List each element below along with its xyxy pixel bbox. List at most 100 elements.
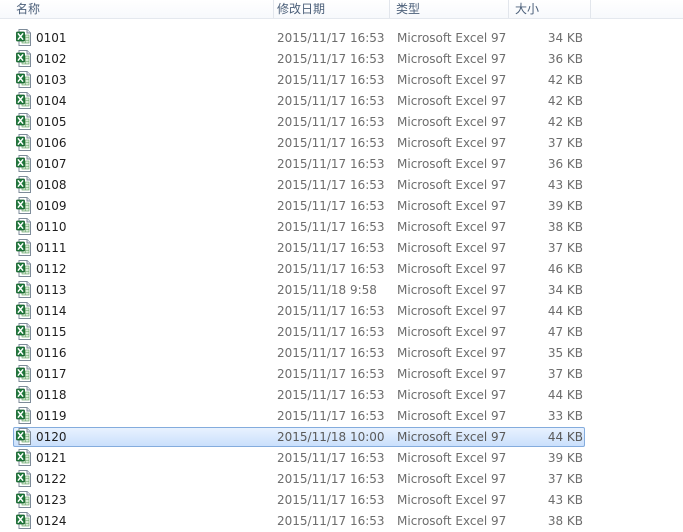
file-name: 0115: [36, 325, 67, 339]
excel-file-icon: [16, 134, 31, 151]
file-row[interactable]: 0102 2015/11/17 16:53 Microsoft Excel 97…: [0, 49, 683, 70]
excel-file-icon: [16, 512, 31, 529]
file-row[interactable]: 0122 2015/11/17 16:53 Microsoft Excel 97…: [0, 469, 683, 490]
column-divider[interactable]: [389, 0, 390, 18]
file-name: 0105: [36, 115, 67, 129]
file-name: 0103: [36, 73, 67, 87]
file-modified-date: 2015/11/17 16:53: [277, 325, 385, 339]
file-row[interactable]: 0101 2015/11/17 16:53 Microsoft Excel 97…: [0, 28, 683, 49]
file-size: 43 KB: [547, 178, 583, 192]
file-type: Microsoft Excel 97...: [397, 115, 507, 129]
file-modified-date: 2015/11/17 16:53: [277, 157, 385, 171]
file-row[interactable]: 0104 2015/11/17 16:53 Microsoft Excel 97…: [0, 91, 683, 112]
excel-file-icon: [16, 407, 31, 424]
file-row[interactable]: 0105 2015/11/17 16:53 Microsoft Excel 97…: [0, 112, 683, 133]
file-size: 43 KB: [547, 493, 583, 507]
file-modified-date: 2015/11/17 16:53: [277, 262, 385, 276]
file-row[interactable]: 0107 2015/11/17 16:53 Microsoft Excel 97…: [0, 154, 683, 175]
file-modified-date: 2015/11/17 16:53: [277, 136, 385, 150]
file-name: 0104: [36, 94, 67, 108]
file-size: 34 KB: [547, 283, 583, 297]
file-row[interactable]: 0108 2015/11/17 16:53 Microsoft Excel 97…: [0, 175, 683, 196]
file-name: 0109: [36, 199, 67, 213]
file-type: Microsoft Excel 97...: [397, 31, 507, 45]
file-row[interactable]: 0118 2015/11/17 16:53 Microsoft Excel 97…: [0, 385, 683, 406]
column-header-bar: 名称 修改日期 类型 大小: [0, 0, 683, 19]
file-type: Microsoft Excel 97...: [397, 157, 507, 171]
file-modified-date: 2015/11/17 16:53: [277, 493, 385, 507]
excel-file-icon: [16, 470, 31, 487]
column-divider[interactable]: [590, 0, 591, 18]
excel-file-icon: [16, 29, 31, 46]
file-size: 44 KB: [547, 304, 583, 318]
excel-file-icon: [16, 50, 31, 67]
file-row[interactable]: 0116 2015/11/17 16:53 Microsoft Excel 97…: [0, 343, 683, 364]
file-size: 36 KB: [547, 157, 583, 171]
file-row[interactable]: 0103 2015/11/17 16:53 Microsoft Excel 97…: [0, 70, 683, 91]
file-name: 0107: [36, 157, 67, 171]
file-modified-date: 2015/11/17 16:53: [277, 220, 385, 234]
file-type: Microsoft Excel 97...: [397, 409, 507, 423]
column-header-name[interactable]: 名称: [12, 0, 274, 18]
excel-file-icon: [16, 365, 31, 382]
file-name: 0117: [36, 367, 67, 381]
excel-file-icon: [16, 323, 31, 340]
file-size: 37 KB: [547, 367, 583, 381]
file-type: Microsoft Excel 97...: [397, 493, 507, 507]
file-row[interactable]: 0123 2015/11/17 16:53 Microsoft Excel 97…: [0, 490, 683, 511]
file-row[interactable]: 0119 2015/11/17 16:53 Microsoft Excel 97…: [0, 406, 683, 427]
file-row[interactable]: 0111 2015/11/17 16:53 Microsoft Excel 97…: [0, 238, 683, 259]
file-type: Microsoft Excel 97...: [397, 199, 507, 213]
file-row[interactable]: 0120 2015/11/18 10:00 Microsoft Excel 97…: [0, 427, 683, 448]
excel-file-icon: [16, 281, 31, 298]
file-name: 0116: [36, 346, 67, 360]
file-name: 0120: [36, 430, 67, 444]
file-modified-date: 2015/11/17 16:53: [277, 409, 385, 423]
excel-file-icon: [16, 260, 31, 277]
file-row[interactable]: 0106 2015/11/17 16:53 Microsoft Excel 97…: [0, 133, 683, 154]
excel-file-icon: [16, 302, 31, 319]
file-row[interactable]: 0124 2015/11/17 16:53 Microsoft Excel 97…: [0, 511, 683, 532]
file-size: 37 KB: [547, 472, 583, 486]
file-modified-date: 2015/11/17 16:53: [277, 115, 385, 129]
file-row[interactable]: 0117 2015/11/17 16:53 Microsoft Excel 97…: [0, 364, 683, 385]
file-name: 0111: [36, 241, 67, 255]
file-row[interactable]: 0110 2015/11/17 16:53 Microsoft Excel 97…: [0, 217, 683, 238]
file-name: 0118: [36, 388, 67, 402]
file-modified-date: 2015/11/17 16:53: [277, 73, 385, 87]
file-size: 46 KB: [547, 262, 583, 276]
file-modified-date: 2015/11/17 16:53: [277, 304, 385, 318]
column-header-date[interactable]: 修改日期: [273, 0, 389, 18]
excel-file-icon: [16, 386, 31, 403]
excel-file-icon: [16, 71, 31, 88]
file-modified-date: 2015/11/18 10:00: [277, 430, 385, 444]
file-name: 0121: [36, 451, 67, 465]
file-type: Microsoft Excel 97...: [397, 283, 507, 297]
file-row[interactable]: 0115 2015/11/17 16:53 Microsoft Excel 97…: [0, 322, 683, 343]
file-row[interactable]: 0112 2015/11/17 16:53 Microsoft Excel 97…: [0, 259, 683, 280]
file-row[interactable]: 0113 2015/11/18 9:58 Microsoft Excel 97.…: [0, 280, 683, 301]
excel-file-icon: [16, 176, 31, 193]
file-type: Microsoft Excel 97...: [397, 451, 507, 465]
file-row[interactable]: 0114 2015/11/17 16:53 Microsoft Excel 97…: [0, 301, 683, 322]
excel-file-icon: [16, 113, 31, 130]
file-type: Microsoft Excel 97...: [397, 262, 507, 276]
excel-file-icon: [16, 92, 31, 109]
file-type: Microsoft Excel 97...: [397, 346, 507, 360]
file-name: 0108: [36, 178, 67, 192]
file-row[interactable]: 0121 2015/11/17 16:53 Microsoft Excel 97…: [0, 448, 683, 469]
file-type: Microsoft Excel 97...: [397, 514, 507, 528]
file-name: 0112: [36, 262, 67, 276]
file-size: 35 KB: [547, 346, 583, 360]
column-divider[interactable]: [508, 0, 509, 18]
file-name: 0101: [36, 31, 67, 45]
file-name: 0119: [36, 409, 67, 423]
file-size: 36 KB: [547, 52, 583, 66]
file-name: 0102: [36, 52, 67, 66]
file-modified-date: 2015/11/17 16:53: [277, 31, 385, 45]
file-modified-date: 2015/11/17 16:53: [277, 52, 385, 66]
column-header-type[interactable]: 类型: [392, 0, 508, 18]
file-name: 0123: [36, 493, 67, 507]
file-row[interactable]: 0109 2015/11/17 16:53 Microsoft Excel 97…: [0, 196, 683, 217]
column-header-size[interactable]: 大小: [511, 0, 591, 18]
